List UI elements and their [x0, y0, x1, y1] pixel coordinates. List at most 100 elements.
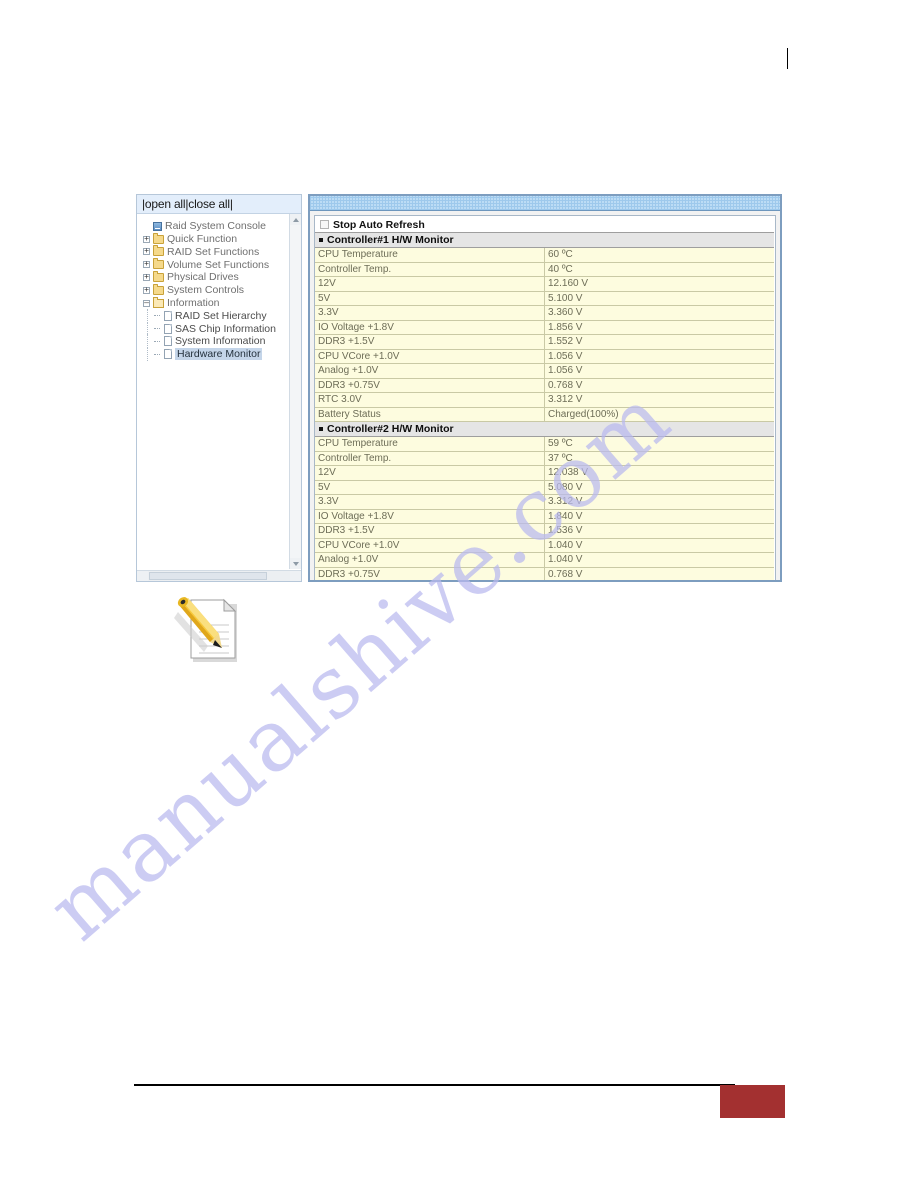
horizontal-scroll-thumb[interactable] [149, 572, 267, 580]
expand-plus-icon[interactable] [142, 272, 153, 282]
folder-icon [153, 245, 164, 257]
sidebar-item-physical-drives[interactable]: Physical Drives [142, 270, 301, 284]
monitor-value-cell: 5.100 V [544, 290, 774, 306]
scroll-left-arrow-icon[interactable] [137, 571, 148, 581]
monitor-key-cell: Controller Temp. [315, 261, 545, 277]
expand-plus-icon[interactable] [142, 259, 153, 269]
section-bullet-icon [319, 238, 323, 242]
expand-plus-icon[interactable] [142, 246, 153, 256]
collapse-minus-icon[interactable] [142, 298, 153, 308]
table-row: 12V 12.038 V [315, 465, 774, 481]
table-row: Controller Temp. 40 ºC [315, 261, 774, 277]
monitor-key-cell: 12V [315, 465, 545, 481]
sidebar-item-label: Information [167, 297, 220, 310]
sidebar-horizontal-scrollbar[interactable] [137, 570, 301, 581]
sidebar-item-label: Raid System Console [165, 220, 266, 233]
folder-icon [153, 232, 164, 244]
folder-icon [153, 270, 164, 282]
monitor-value-cell: 1.040 V [544, 552, 774, 568]
sidebar-header: |open all|close all| [137, 195, 301, 214]
open-close-all-links[interactable]: |open all|close all| [142, 197, 233, 211]
scroll-up-arrow-icon[interactable] [290, 214, 301, 225]
monitor-key-cell: DDR3 +1.5V [315, 523, 545, 539]
expand-plus-icon[interactable] [142, 285, 153, 295]
table-row: 5V 5.080 V [315, 479, 774, 495]
sidebar-item-raid-set-hierarchy[interactable]: RAID Set Hierarchy [142, 308, 301, 323]
expand-plus-icon[interactable] [142, 234, 153, 244]
sidebar-vertical-scrollbar[interactable] [289, 214, 301, 569]
navigation-tree: Raid System ConsoleQuick FunctionRAID Se… [137, 214, 301, 362]
table-row: CPU VCore +1.0V 1.056 V [315, 348, 774, 364]
footer-page-number-block [720, 1085, 785, 1118]
table-row: DDR3 +1.5V 1.536 V [315, 523, 774, 539]
monitor-value-cell: 1.552 V [544, 334, 774, 350]
table-row: DDR3 +0.75V 0.768 V [315, 566, 774, 580]
monitor-value-cell: 3.312 V [544, 494, 774, 510]
monitor-value-cell: 12.160 V [544, 276, 774, 292]
monitor-value-cell: 1.056 V [544, 363, 774, 379]
sidebar-item-system-controls[interactable]: System Controls [142, 283, 301, 297]
monitor-key-cell: CPU Temperature [315, 436, 545, 452]
table-section-header: Controller#1 H/W Monitor [315, 232, 774, 248]
monitor-key-cell: IO Voltage +1.8V [315, 508, 545, 524]
monitor-value-cell: Charged(100%) [544, 406, 774, 422]
monitor-value-cell: 40 ºC [544, 261, 774, 277]
tree-indent-guide [142, 321, 153, 336]
tree-root-spacer [142, 222, 153, 231]
monitor-key-cell: Controller Temp. [315, 450, 545, 466]
table-row: RTC 3.0V 3.312 V [315, 392, 774, 408]
sidebar-item-label: Physical Drives [167, 271, 239, 284]
page-icon [164, 349, 172, 360]
table-row: CPU Temperature 59 ºC [315, 436, 774, 452]
sidebar-item-information[interactable]: Information [142, 296, 301, 310]
monitor-value-cell: 1.840 V [544, 508, 774, 524]
stop-auto-refresh-checkbox[interactable] [320, 220, 329, 229]
monitor-key-cell: DDR3 +0.75V [315, 566, 545, 580]
table-row: 3.3V 3.360 V [315, 305, 774, 321]
page-top-tick-mark [787, 48, 788, 69]
sidebar-item-hardware-monitor[interactable]: Hardware Monitor [142, 347, 301, 362]
stop-auto-refresh-row[interactable]: Stop Auto Refresh [315, 216, 775, 232]
monitor-value-cell: 3.312 V [544, 392, 774, 408]
monitor-value-cell: 59 ºC [544, 436, 774, 452]
monitor-value-cell: 0.768 V [544, 377, 774, 393]
table-row: Analog +1.0V 1.056 V [315, 363, 774, 379]
tree-indent-guide [142, 347, 153, 362]
monitor-key-cell: CPU VCore +1.0V [315, 348, 545, 364]
sidebar-item-volume-set-functions[interactable]: Volume Set Functions [142, 258, 301, 271]
monitor-value-cell: 60 ºC [544, 247, 774, 263]
table-row: Battery Status Charged(100%) [315, 406, 774, 422]
sidebar-item-raid-system-console[interactable]: Raid System Console [142, 220, 301, 233]
monitor-value-cell: 1.040 V [544, 537, 774, 553]
monitor-key-cell: IO Voltage +1.8V [315, 319, 545, 335]
sidebar-item-system-information[interactable]: System Information [142, 334, 301, 349]
hardware-monitor-table: Controller#1 H/W Monitor CPU Temperature 6… [315, 232, 774, 580]
monitor-key-cell: 5V [315, 479, 545, 495]
table-row: Controller Temp. 37 ºC [315, 450, 774, 466]
section-bullet-icon [319, 427, 323, 431]
table-row: CPU Temperature 60 ºC [315, 247, 774, 263]
scroll-right-arrow-icon[interactable] [290, 571, 301, 581]
tree-leaf-connector-icon [153, 324, 164, 333]
table-row: Analog +1.0V 1.040 V [315, 552, 774, 568]
sidebar-item-sas-chip-information[interactable]: SAS Chip Information [142, 321, 301, 336]
panel-content-area: Stop Auto Refresh Controller#1 H/W Monit… [314, 215, 776, 580]
panel-title-bar [310, 196, 780, 211]
sidebar-item-quick-function[interactable]: Quick Function [142, 232, 301, 246]
scroll-down-arrow-icon[interactable] [290, 558, 301, 569]
sidebar-item-label: SAS Chip Information [175, 322, 276, 335]
section-title: Controller#2 H/W Monitor [327, 423, 454, 435]
monitor-key-cell: Analog +1.0V [315, 363, 545, 379]
sidebar-item-raid-set-functions[interactable]: RAID Set Functions [142, 245, 301, 259]
section-header-cell: Controller#2 H/W Monitor [315, 421, 774, 437]
raid-manager-screenshot: |open all|close all| Raid System Console… [136, 194, 782, 582]
tree-leaf-connector-icon [153, 311, 164, 320]
table-row: 3.3V 3.312 V [315, 494, 774, 510]
sidebar-item-label: Volume Set Functions [167, 258, 270, 271]
folder-open-icon [153, 296, 164, 308]
monitor-value-cell: 5.080 V [544, 479, 774, 495]
tree-indent-guide [142, 334, 153, 349]
monitor-key-cell: DDR3 +0.75V [315, 377, 545, 393]
page-icon [164, 336, 172, 347]
section-header-cell: Controller#1 H/W Monitor [315, 232, 774, 248]
